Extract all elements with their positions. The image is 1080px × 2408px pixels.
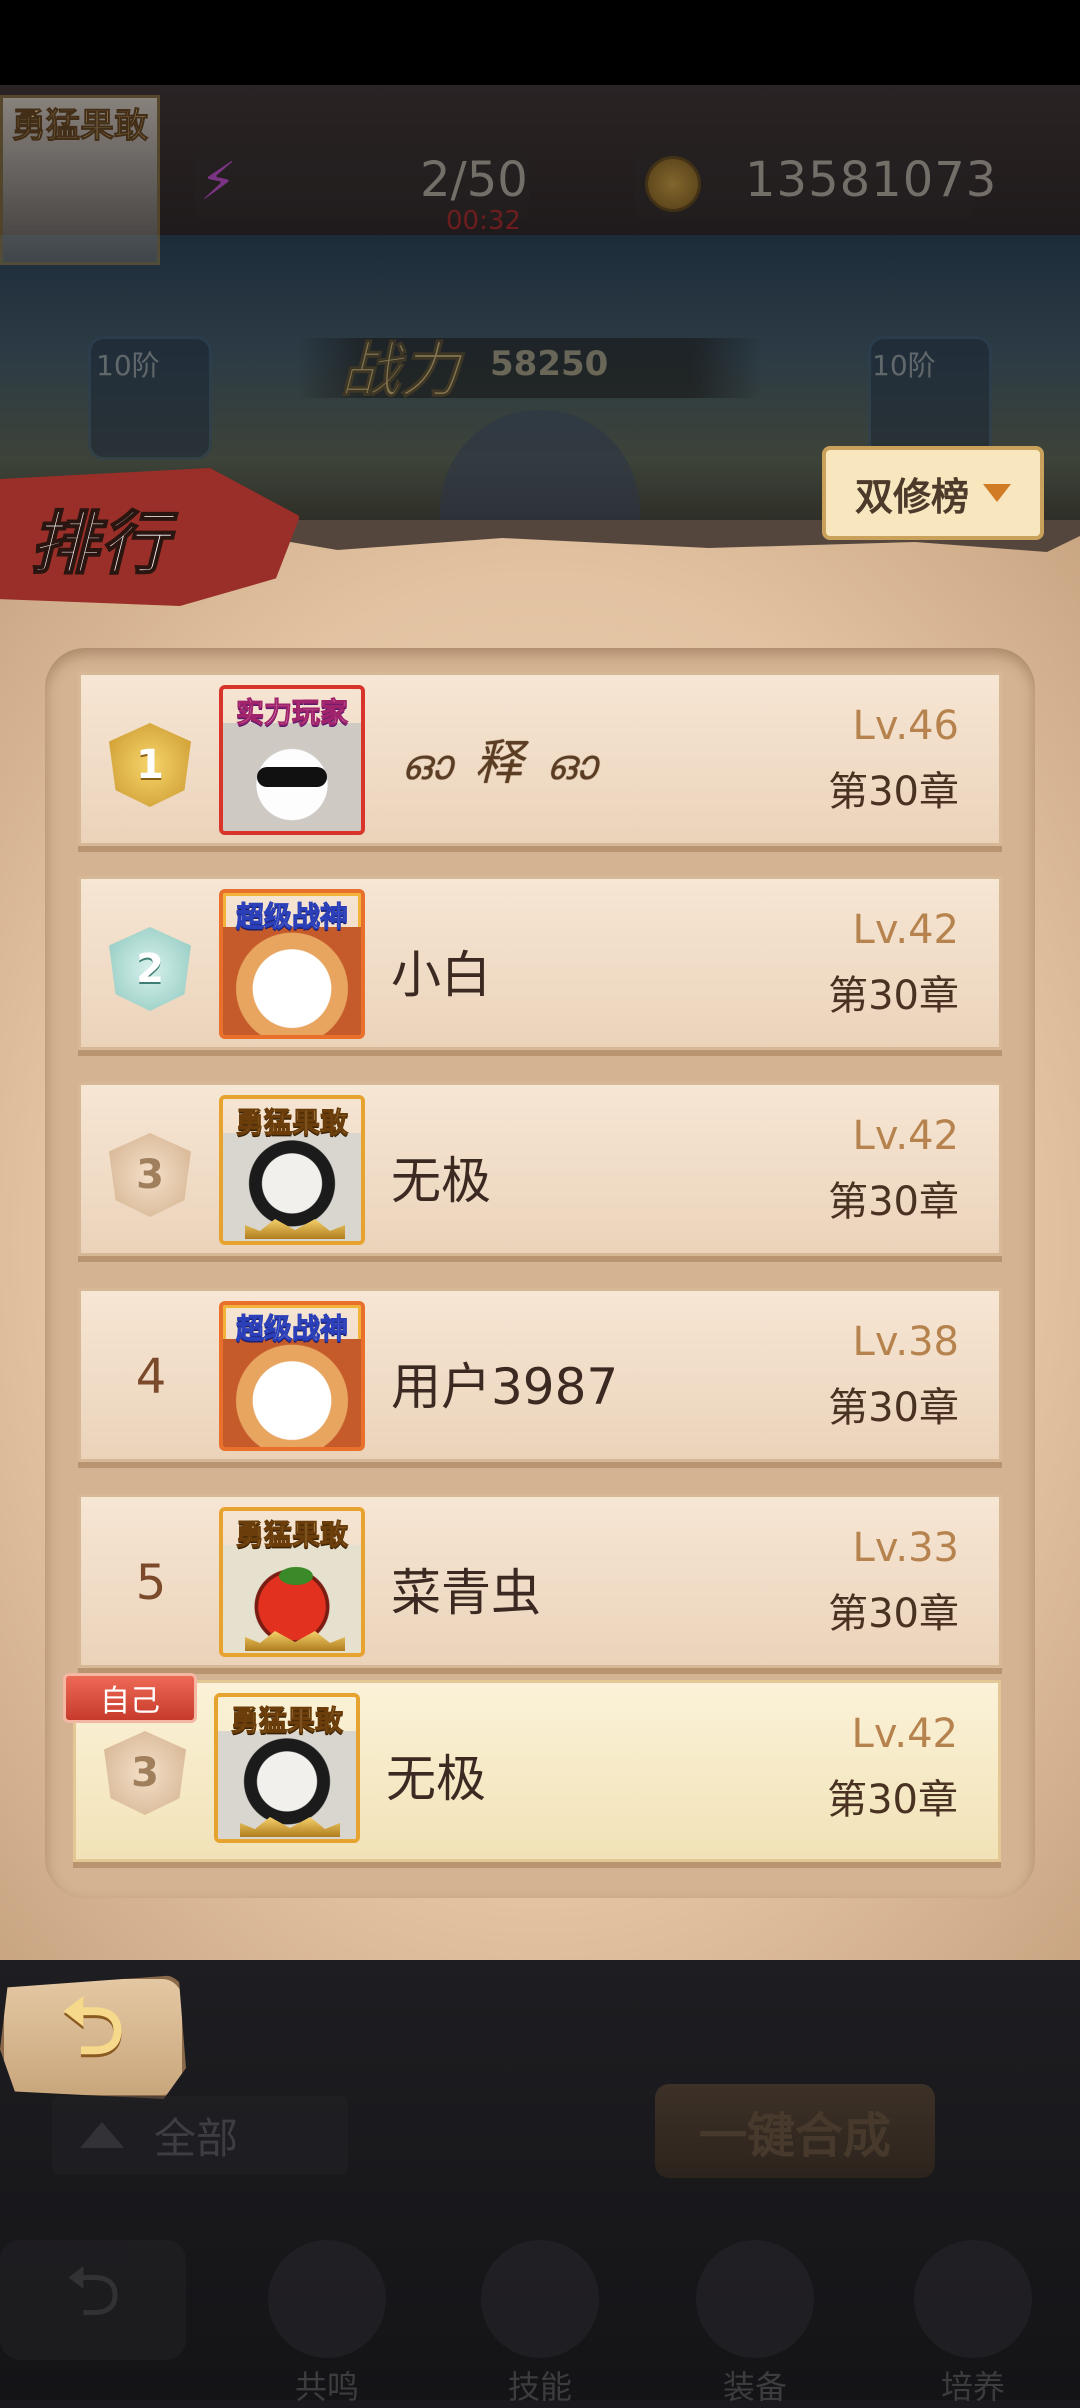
rank-badge-bronze: 3: [109, 1133, 191, 1217]
ranking-row-2[interactable]: 2 超级战神 小白 Lv.42 第30章: [78, 876, 1002, 1050]
return-arrow-icon: ⮌: [0, 2240, 186, 2360]
armor-icon: [696, 2240, 814, 2358]
crystal-icon: [268, 2240, 386, 2358]
ranking-type-label: 双修榜: [854, 474, 969, 519]
avatar-title: 超级战神: [235, 1312, 348, 1346]
player-name: 用户3987: [391, 1358, 619, 1416]
rank-badge-silver: 2: [109, 927, 191, 1011]
avatar: 勇猛果敢: [214, 1693, 360, 1843]
player-chapter: 第30章: [828, 1179, 959, 1225]
player-chapter: 第30章: [827, 1777, 958, 1823]
player-name: 无极: [391, 1152, 491, 1210]
player-level: Lv.38: [852, 1319, 959, 1365]
avatar-image: [223, 723, 361, 831]
coin-value: 13581073: [745, 152, 998, 208]
hero-face-icon: [914, 2240, 1032, 2358]
ranking-row-4[interactable]: 4 超级战神 用户3987 Lv.38 第30章: [78, 1288, 1002, 1462]
avatar-image: [223, 1339, 361, 1447]
pet-slot-level: 10阶: [872, 349, 936, 382]
player-level: Lv.42: [852, 907, 959, 953]
name-flourish-left: ഓ: [401, 740, 456, 789]
player-level: Lv.46: [852, 703, 959, 749]
chevron-down-icon: [983, 484, 1011, 502]
name-flourish-right: ഓ: [545, 740, 600, 789]
nav-skills: 技能: [465, 2240, 615, 2406]
rank-badge-gold: 1: [109, 723, 191, 807]
nav-label: 共鸣: [294, 2368, 359, 2406]
player-name: ഓ 释 ഓ: [401, 723, 600, 793]
coin-icon: [645, 156, 701, 212]
power-label: 战力: [340, 336, 461, 407]
nav-resonance: 共鸣: [252, 2240, 402, 2406]
player-chapter: 第30章: [828, 1591, 959, 1637]
lightning-icon: ⚡: [200, 152, 237, 212]
player-name: 菜青虫: [391, 1564, 541, 1622]
avatar-image: [223, 927, 361, 1035]
nav-training: 培养: [898, 2240, 1048, 2406]
nav-label: 培养: [940, 2368, 1005, 2406]
avatar: 超级战神: [219, 889, 365, 1039]
avatar-title: 勇猛果敢: [235, 1518, 348, 1552]
filter-tab-label: 全部: [154, 2113, 239, 2163]
rank-number: 5: [135, 1555, 167, 1611]
merge-button-label: 一键合成: [698, 2108, 891, 2164]
return-arrow-icon: ⮌: [61, 1982, 125, 2072]
filter-tab-all: 全部: [52, 2096, 348, 2174]
player-chapter: 第30章: [828, 1385, 959, 1431]
player-name: 小白: [391, 946, 491, 1004]
book-icon: [481, 2240, 599, 2358]
weapon-slot-level: 10阶: [96, 349, 160, 382]
one-click-merge-button: 一键合成: [655, 2084, 935, 2178]
avatar-title: 勇猛果敢: [230, 1704, 343, 1738]
avatar: 超级战神: [219, 1301, 365, 1451]
triangle-up-icon: [80, 2122, 124, 2148]
ranking-row-5[interactable]: 5 勇猛果敢 菜青虫 Lv.33 第30章: [78, 1494, 1002, 1668]
nav-equipment: 装备: [680, 2240, 830, 2406]
self-ranking-row[interactable]: 3 勇猛果敢 无极 Lv.42 第30章: [73, 1680, 1001, 1862]
power-value: 58250: [490, 344, 609, 384]
status-bar: [0, 0, 1080, 85]
stamina-value: 2/50: [420, 152, 528, 208]
self-tag: 自己: [63, 1673, 197, 1723]
rank-number: 4: [135, 1349, 167, 1405]
player-name: 无极: [386, 1750, 486, 1808]
nav-label: 技能: [507, 2368, 572, 2406]
avatar-title: 实力玩家: [235, 696, 348, 730]
player-level: Lv.33: [852, 1525, 959, 1571]
player-level: Lv.42: [851, 1711, 958, 1757]
avatar: 实力玩家: [219, 685, 365, 835]
avatar: 勇猛果敢: [219, 1507, 365, 1657]
rank-badge-bronze: 3: [104, 1731, 186, 1815]
nav-label: 装备: [722, 2368, 787, 2406]
ranking-row-1[interactable]: 1 实力玩家 ഓ 释 ഓ Lv.46 第30章: [78, 672, 1002, 846]
panel-title: 排行: [29, 504, 171, 585]
avatar-title: 超级战神: [235, 900, 348, 934]
avatar: 勇猛果敢: [219, 1095, 365, 1245]
ranking-row-3[interactable]: 3 勇猛果敢 无极 Lv.42 第30章: [78, 1082, 1002, 1256]
stamina-timer: 00:32: [446, 206, 521, 236]
player-name-text: 释: [474, 735, 527, 791]
player-chapter: 第30章: [828, 973, 959, 1019]
player-level: Lv.42: [852, 1113, 959, 1159]
back-button[interactable]: ⮌: [0, 1975, 186, 2099]
player-chapter: 第30章: [828, 769, 959, 815]
player-avatar-title: 勇猛果敢: [12, 106, 149, 147]
avatar-title: 勇猛果敢: [235, 1106, 348, 1140]
ranking-type-dropdown[interactable]: 双修榜: [822, 446, 1044, 540]
